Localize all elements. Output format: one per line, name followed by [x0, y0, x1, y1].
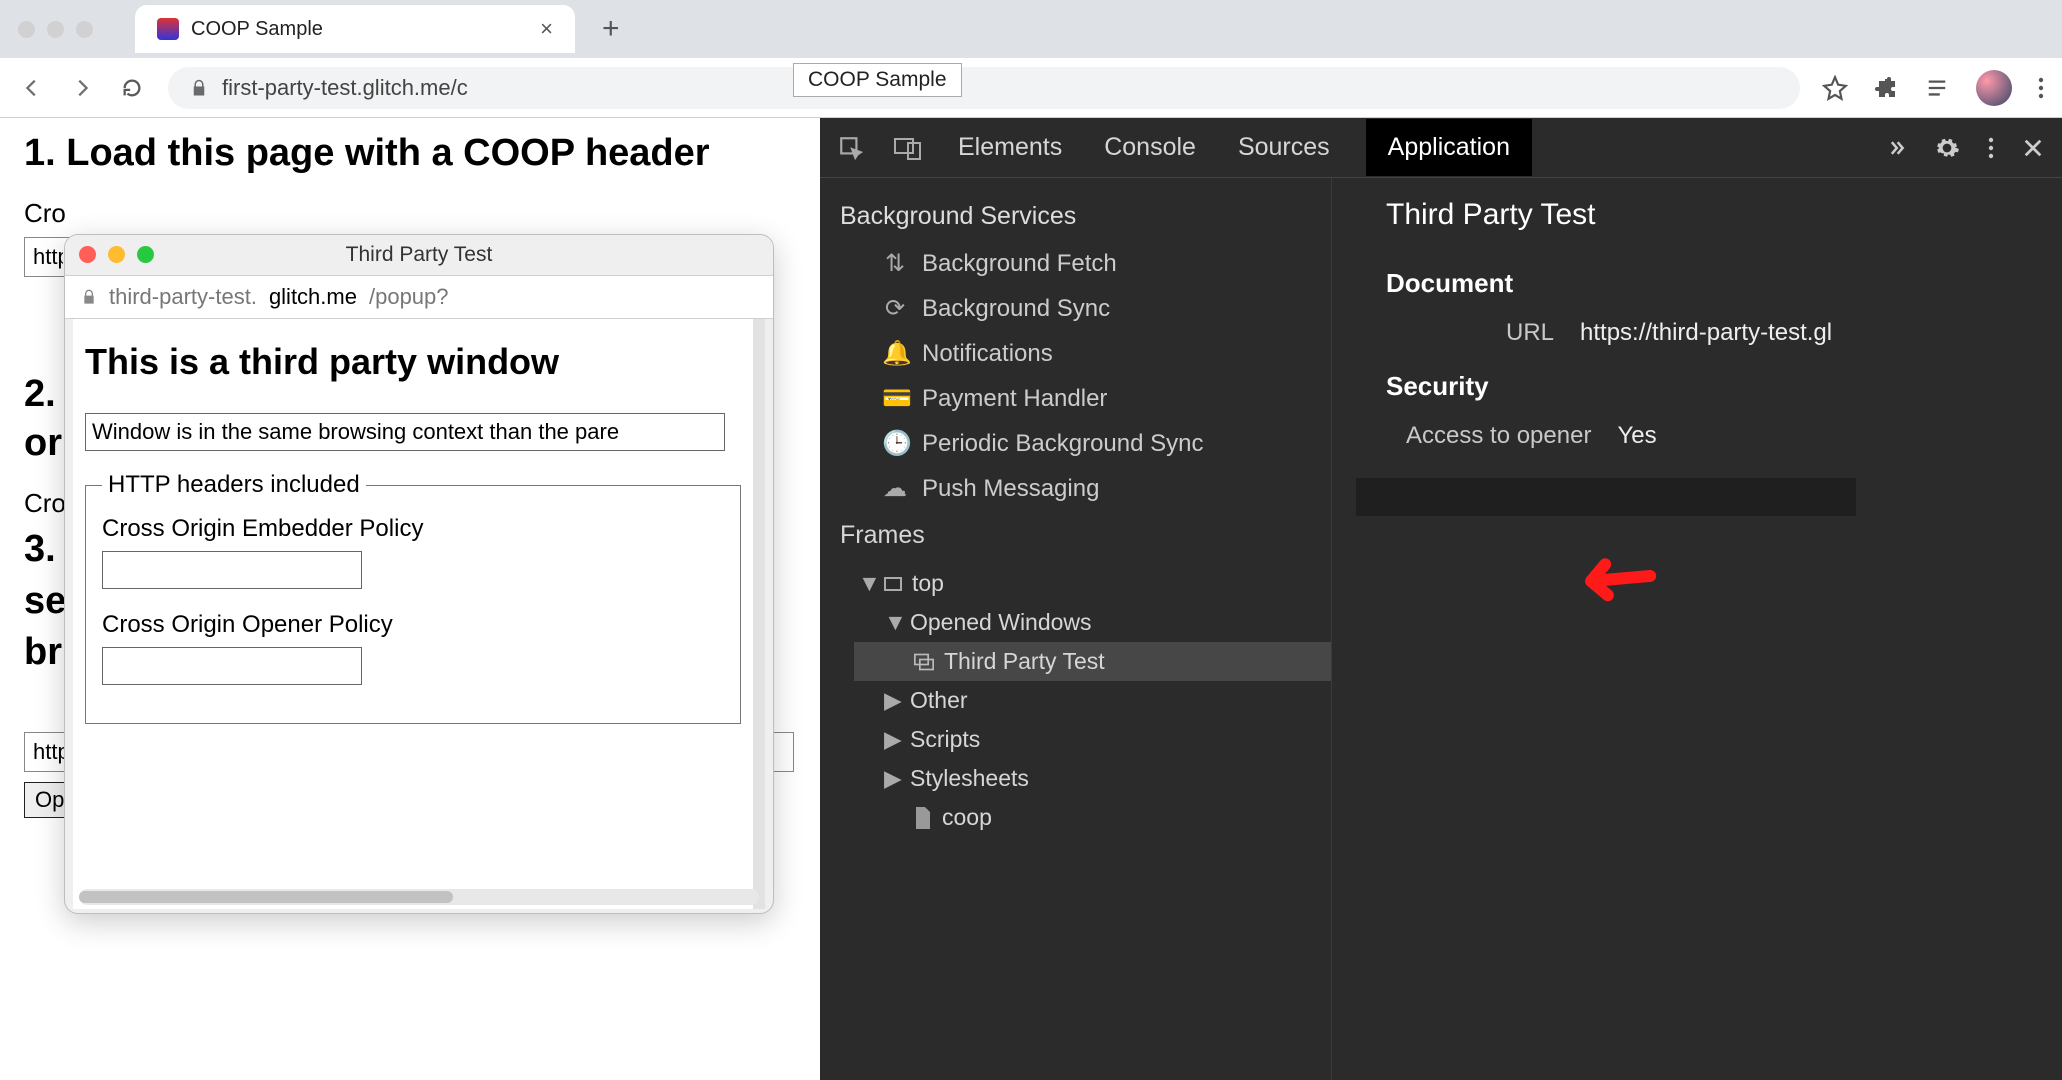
minimize-dot[interactable]	[47, 21, 64, 38]
tree-opened-windows[interactable]: ▼Opened Windows	[854, 603, 1331, 642]
maximize-dot[interactable]	[76, 21, 93, 38]
kebab-icon[interactable]	[1988, 136, 1994, 160]
tab-title: COOP Sample	[191, 18, 528, 41]
fetch-icon: ⇅	[882, 249, 908, 278]
url-value: https://third-party-test.gl	[1580, 319, 1832, 347]
tab-strip: COOP Sample × +	[0, 0, 2062, 58]
devtools-panel: Elements Console Sources Application	[820, 118, 2062, 1080]
lock-icon	[190, 78, 208, 98]
panel-section-document: Document	[1386, 268, 2038, 299]
devtools-sidebar: Background Services ⇅Background Fetch ⟳B…	[820, 178, 1332, 1080]
bell-icon: 🔔	[882, 339, 908, 368]
lock-icon	[81, 288, 97, 306]
profile-avatar[interactable]	[1976, 70, 2012, 106]
popup-addressbar[interactable]: third-party-test. glitch.me/popup?	[65, 275, 773, 319]
address-bar[interactable]: first-party-test.glitch.me/c COOP Sample	[168, 67, 1800, 109]
frames-tree: ▼top ▼Opened Windows Third Party Test ▶O…	[820, 560, 1331, 841]
sync-icon: ⟳	[882, 294, 908, 323]
window-controls	[18, 21, 93, 38]
clock-icon: 🕒	[882, 429, 908, 458]
url-label: URL	[1506, 319, 1554, 347]
popup-title: Third Party Test	[346, 243, 493, 267]
gear-icon[interactable]	[1934, 135, 1960, 161]
tab-application[interactable]: Application	[1366, 119, 1532, 176]
sidebar-item-sync[interactable]: ⟳Background Sync	[820, 286, 1331, 331]
access-opener-label: Access to opener	[1406, 422, 1591, 450]
popup-heading: This is a third party window	[85, 341, 741, 383]
tab-elements[interactable]: Elements	[952, 119, 1068, 176]
sidebar-item-notifications[interactable]: 🔔Notifications	[820, 331, 1331, 376]
popup-titlebar[interactable]: Third Party Test	[65, 235, 773, 275]
extensions-icon[interactable]	[1874, 76, 1898, 100]
browser-toolbar: first-party-test.glitch.me/c COOP Sample	[0, 58, 2062, 118]
popup-legend: HTTP headers included	[102, 471, 366, 499]
menu-icon[interactable]	[2038, 76, 2044, 100]
close-devtools-icon[interactable]	[2022, 137, 2044, 159]
coep-label: Cross Origin Embedder Policy	[102, 515, 724, 543]
popup-content: This is a third party window HTTP header…	[73, 319, 765, 909]
tree-third-party[interactable]: Third Party Test	[854, 642, 1331, 681]
empty-row	[1356, 478, 1856, 516]
popup-url-pre: third-party-test.	[109, 284, 257, 310]
browser-chrome: COOP Sample × + first-party-test.glitch.…	[0, 0, 2062, 118]
address-tooltip: COOP Sample	[793, 63, 962, 97]
tab-console[interactable]: Console	[1098, 119, 1202, 176]
reading-list-icon[interactable]	[1924, 77, 1950, 99]
popup-maximize-dot[interactable]	[137, 246, 154, 263]
inspect-icon[interactable]	[838, 135, 864, 161]
close-icon[interactable]: ×	[540, 16, 553, 42]
browser-tab[interactable]: COOP Sample ×	[135, 5, 575, 53]
sidebar-item-push[interactable]: ☁Push Messaging	[820, 466, 1331, 511]
sidebar-item-payment[interactable]: 💳Payment Handler	[820, 376, 1331, 421]
sidebar-section-frames: Frames	[820, 511, 1331, 560]
sidebar-section-bg: Background Services	[820, 192, 1331, 241]
popup-close-dot[interactable]	[79, 246, 96, 263]
popup-headers-fieldset: HTTP headers included Cross Origin Embed…	[85, 471, 741, 724]
coop-input[interactable]	[102, 647, 362, 685]
reload-button[interactable]	[118, 74, 146, 102]
file-icon	[914, 807, 932, 829]
devtools-toolbar: Elements Console Sources Application	[820, 118, 2062, 178]
popup-window: Third Party Test third-party-test. glitch…	[64, 234, 774, 914]
cloud-icon: ☁	[882, 474, 908, 503]
forward-button[interactable]	[68, 74, 96, 102]
tree-top[interactable]: ▼top	[854, 564, 1331, 603]
truncated-text-1: Cro	[24, 198, 796, 229]
device-icon[interactable]	[894, 135, 922, 161]
access-opener-value: Yes	[1617, 422, 1656, 450]
tree-scripts[interactable]: ▶Scripts	[854, 720, 1331, 759]
back-button[interactable]	[18, 74, 46, 102]
coep-input[interactable]	[102, 551, 362, 589]
devtools-detail-panel: Third Party Test Document URL https://thi…	[1332, 178, 2062, 1080]
panel-title: Third Party Test	[1386, 198, 2038, 232]
popup-url-path: /popup?	[369, 284, 449, 310]
sidebar-item-fetch[interactable]: ⇅Background Fetch	[820, 241, 1331, 286]
sidebar-item-periodic[interactable]: 🕒Periodic Background Sync	[820, 421, 1331, 466]
devtools-body: Background Services ⇅Background Fetch ⟳B…	[820, 178, 2062, 1080]
tab-sources[interactable]: Sources	[1232, 119, 1336, 176]
popup-minimize-dot[interactable]	[108, 246, 125, 263]
windows-icon	[914, 653, 934, 671]
tree-stylesheets[interactable]: ▶Stylesheets	[854, 759, 1331, 798]
address-text: first-party-test.glitch.me/c	[222, 75, 468, 101]
star-icon[interactable]	[1822, 75, 1848, 101]
popup-message-input[interactable]	[85, 413, 725, 451]
tree-coop[interactable]: coop	[854, 798, 1331, 837]
new-tab-button[interactable]: +	[602, 12, 620, 46]
tree-other[interactable]: ▶Other	[854, 681, 1331, 720]
favicon-icon	[157, 18, 179, 40]
card-icon: 💳	[882, 384, 908, 413]
coop-label: Cross Origin Opener Policy	[102, 611, 724, 639]
page-heading-3a: 3.	[24, 528, 56, 570]
page-heading-1: 1. Load this page with a COOP header	[24, 132, 796, 176]
panel-section-security: Security	[1386, 371, 2038, 402]
toolbar-icons	[1822, 70, 2044, 106]
more-tabs-icon[interactable]	[1886, 138, 1906, 158]
window-icon	[884, 577, 902, 591]
close-dot[interactable]	[18, 21, 35, 38]
popup-scrollbar[interactable]	[79, 889, 759, 905]
popup-url-host: glitch.me	[269, 284, 357, 310]
